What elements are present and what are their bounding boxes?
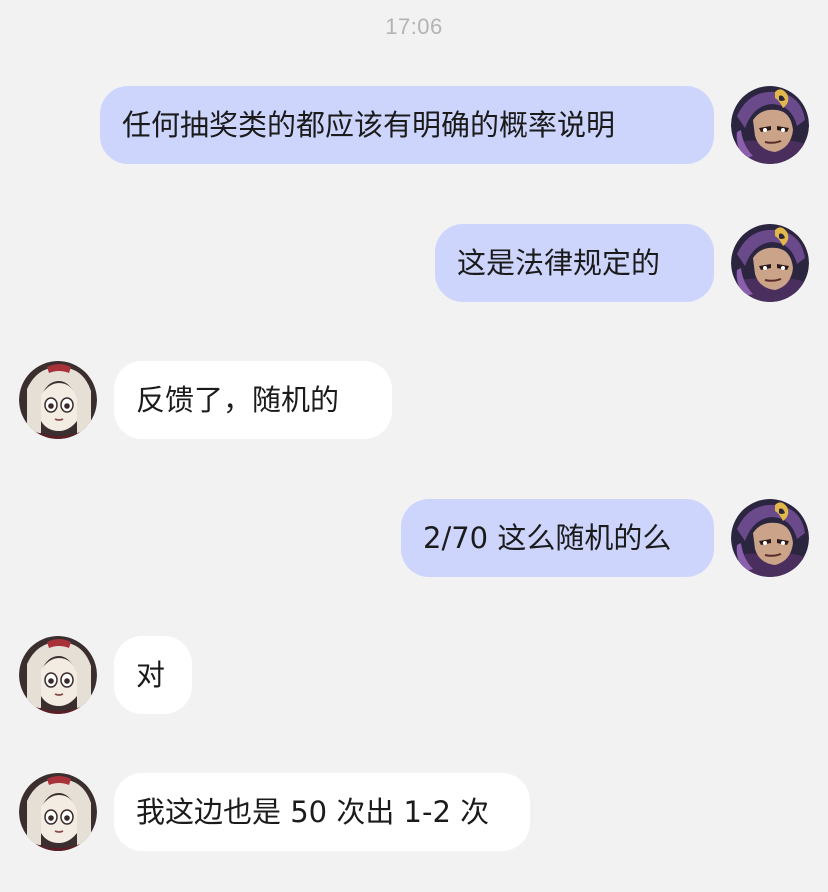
incoming-message-bubble[interactable]: 对	[114, 636, 192, 714]
chat-screen: 17:06 任何抽奖类的都应该有明确的概率说明 这是法律规定的 反馈了，随机的 …	[0, 0, 828, 892]
contact-avatar-icon[interactable]	[19, 361, 97, 439]
self-avatar-icon[interactable]	[731, 86, 809, 164]
self-avatar-icon[interactable]	[731, 499, 809, 577]
message-timestamp: 17:06	[385, 14, 443, 39]
incoming-message-bubble[interactable]: 反馈了，随机的	[114, 361, 392, 439]
outgoing-message-bubble[interactable]: 任何抽奖类的都应该有明确的概率说明	[100, 86, 714, 164]
outgoing-message-bubble[interactable]: 这是法律规定的	[435, 224, 714, 302]
outgoing-message-bubble[interactable]: 2/70 这么随机的么	[401, 499, 714, 577]
contact-avatar-icon[interactable]	[19, 636, 97, 714]
contact-avatar-icon[interactable]	[19, 773, 97, 851]
self-avatar-icon[interactable]	[731, 224, 809, 302]
incoming-message-bubble[interactable]: 我这边也是 50 次出 1-2 次	[114, 773, 530, 851]
